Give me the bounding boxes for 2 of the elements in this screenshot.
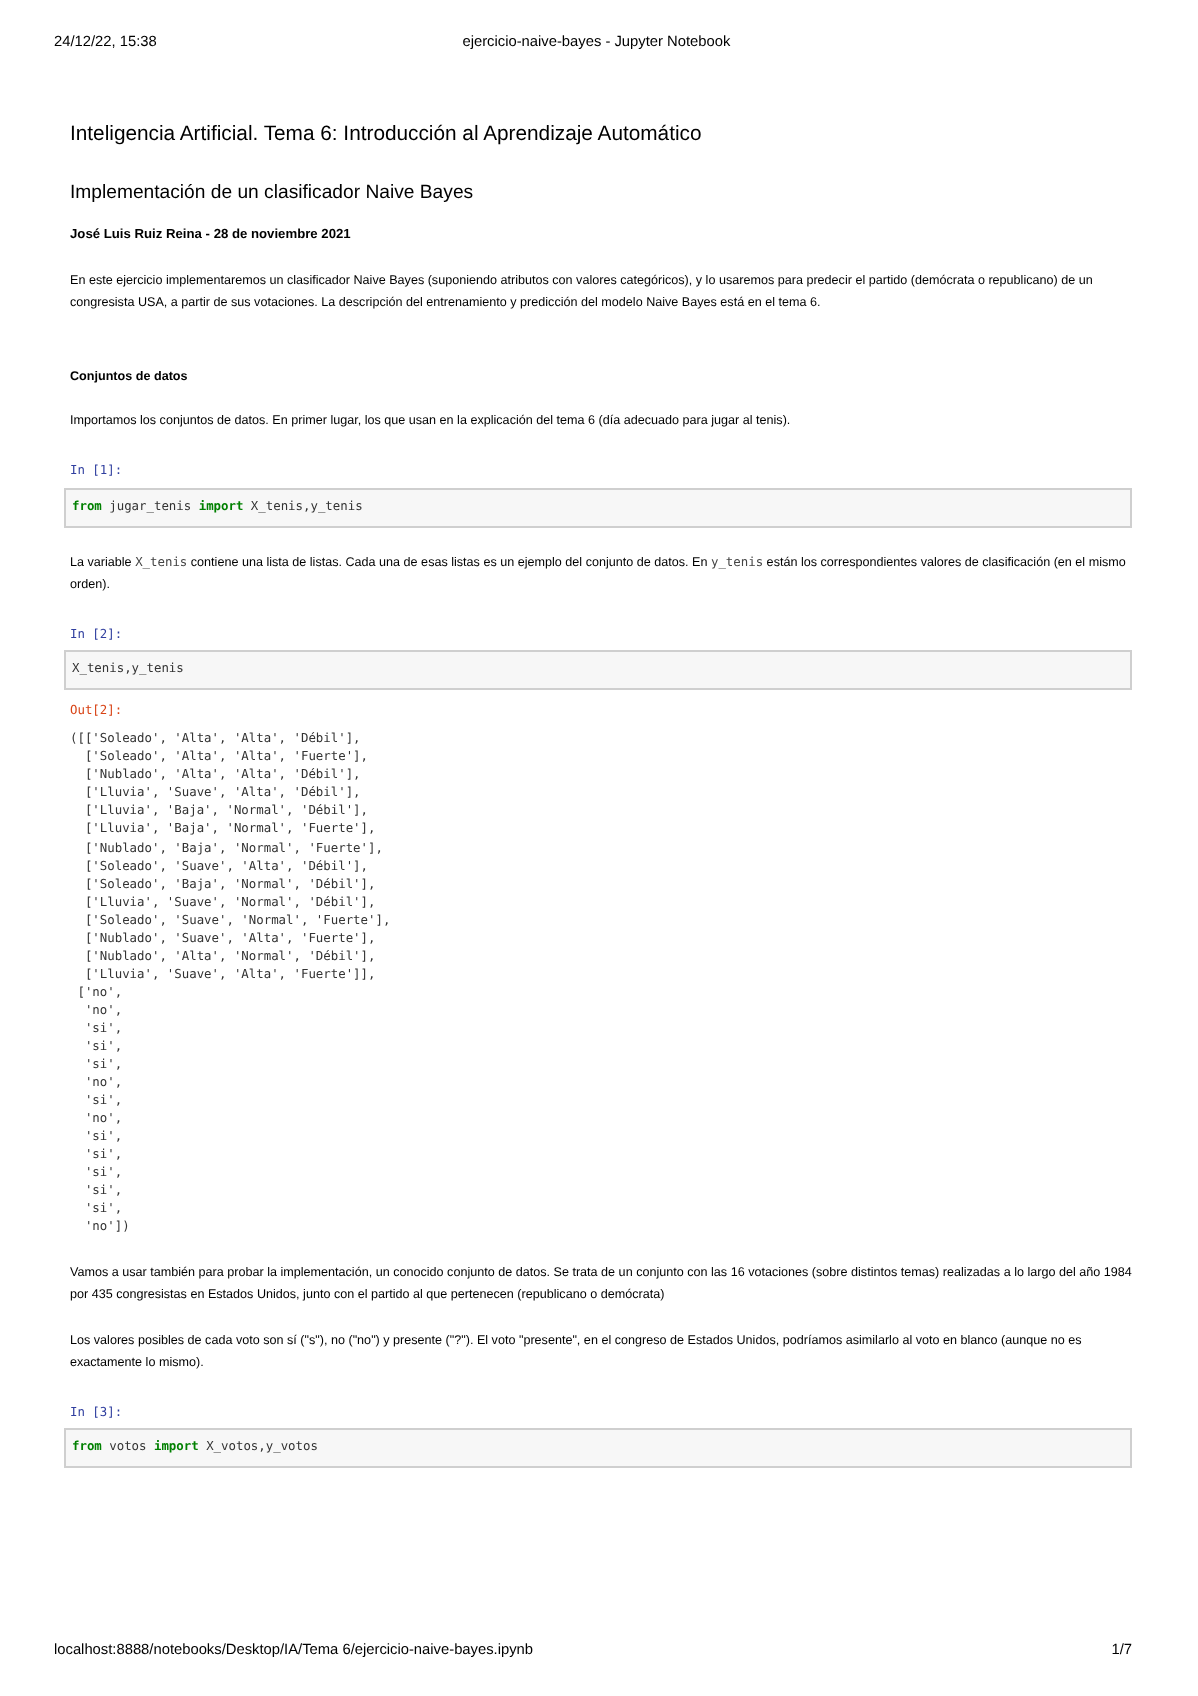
notebook-subtitle: Implementación de un clasificador Naive Bayes <box>70 179 476 208</box>
notebook-title: Inteligencia Artificial. Tema 6: Introducción al Aprendizaje Automático <box>70 122 704 150</box>
